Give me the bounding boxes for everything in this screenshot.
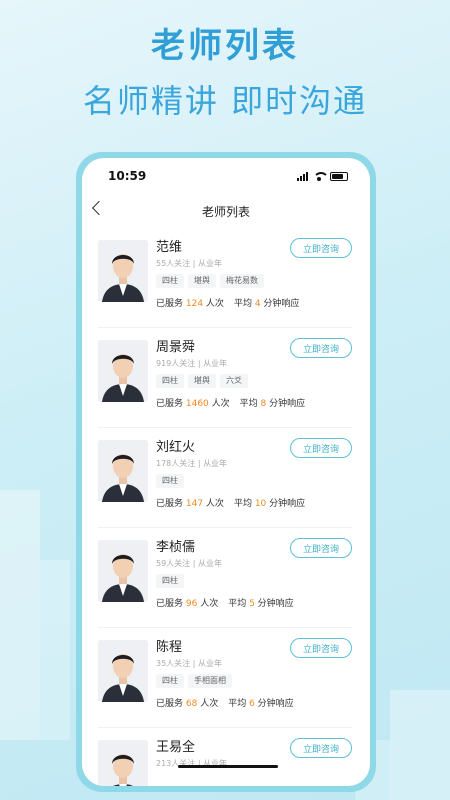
teacher-tags	[156, 774, 352, 786]
teacher-card[interactable]: 周景舜 919人关注 | 从业年 四柱 堪舆 六爻 已服务 1460 人次 平均 8…	[98, 328, 352, 428]
teacher-followers: 35人关注	[156, 659, 191, 668]
teacher-avatar	[98, 540, 148, 602]
consult-button[interactable]: 立即咨询	[290, 638, 352, 658]
teacher-tag: 手相面相	[188, 674, 232, 688]
teacher-tag: 四柱	[156, 474, 184, 488]
teacher-stats: 已服务 1460 人次 平均 8 分钟响应	[156, 396, 352, 409]
page-title: 老师列表	[201, 204, 250, 219]
response-stat: 平均 6 分钟响应	[228, 699, 294, 709]
teacher-tags: 四柱	[156, 574, 352, 588]
teacher-tag: 堪舆	[188, 374, 216, 388]
teacher-meta: 919人关注 | 从业年	[156, 358, 352, 369]
served-stat: 已服务 1460 人次	[156, 399, 230, 409]
teacher-tag: 四柱	[156, 674, 184, 688]
consult-button[interactable]: 立即咨询	[290, 438, 352, 458]
teacher-tag: 四柱	[156, 274, 184, 288]
response-stat: 平均 10 分钟响应	[233, 499, 306, 509]
served-stat: 已服务 124 人次	[156, 299, 224, 309]
teacher-avatar	[98, 740, 148, 786]
teacher-since: 从业年	[203, 359, 228, 368]
consult-button[interactable]: 立即咨询	[290, 538, 352, 558]
teacher-followers: 55人关注	[156, 259, 191, 268]
teacher-stats: 已服务 96 人次 平均 5 分钟响应	[156, 596, 352, 609]
response-stat: 平均 4 分钟响应	[233, 299, 300, 309]
teacher-stats: 已服务 68 人次 平均 6 分钟响应	[156, 696, 352, 709]
consult-button[interactable]: 立即咨询	[290, 238, 352, 258]
home-indicator	[178, 765, 278, 768]
teacher-tag: 梅花易数	[220, 274, 264, 288]
wifi-icon	[313, 171, 329, 181]
meta-divider: |	[190, 259, 198, 268]
served-stat: 已服务 96 人次	[156, 599, 219, 609]
served-stat: 已服务 147 人次	[156, 499, 224, 509]
teacher-card[interactable]: 王易全 213人关注 | 从业年 立即咨询	[98, 728, 352, 786]
meta-divider: |	[190, 659, 198, 668]
teacher-since: 从业年	[197, 259, 222, 268]
teacher-tags: 四柱 堪舆 梅花易数	[156, 274, 352, 288]
teacher-meta: 59人关注 | 从业年	[156, 558, 352, 569]
teacher-avatar	[98, 440, 148, 502]
response-stat: 平均 8 分钟响应	[239, 399, 306, 409]
teacher-avatar	[98, 640, 148, 702]
teacher-meta: 178人关注 | 从业年	[156, 458, 352, 469]
phone-screen: 10:59 老师列表 范维 55人关注 | 从业年 四柱 堪舆 梅花易数 已服务…	[82, 158, 370, 786]
background-bar	[40, 560, 70, 740]
teacher-avatar	[98, 340, 148, 402]
teacher-tags: 四柱 堪舆 六爻	[156, 374, 352, 388]
nav-bar: 老师列表	[82, 194, 370, 228]
background-bar	[390, 690, 450, 800]
teacher-since: 从业年	[203, 459, 228, 468]
teacher-since: 从业年	[197, 659, 222, 668]
served-stat: 已服务 68 人次	[156, 699, 219, 709]
teacher-avatar	[98, 240, 148, 302]
teacher-card[interactable]: 范维 55人关注 | 从业年 四柱 堪舆 梅花易数 已服务 124 人次 平均 4 …	[98, 228, 352, 328]
teacher-stats: 已服务 147 人次 平均 10 分钟响应	[156, 496, 352, 509]
teacher-meta: 55人关注 | 从业年	[156, 258, 352, 269]
teacher-tag: 堪舆	[188, 274, 216, 288]
promo-subtitle: 名师精讲 即时沟通	[82, 82, 368, 120]
status-icons	[297, 171, 348, 181]
teacher-followers: 178人关注	[156, 459, 196, 468]
teacher-card[interactable]: 陈程 35人关注 | 从业年 四柱 手相面相 已服务 68 人次 平均 6 分钟响…	[98, 628, 352, 728]
teacher-followers: 59人关注	[156, 559, 191, 568]
signal-icon	[297, 171, 308, 181]
teacher-since: 从业年	[197, 559, 222, 568]
teacher-followers: 919人关注	[156, 359, 196, 368]
background-bar	[0, 490, 40, 740]
battery-icon	[330, 171, 348, 181]
meta-divider: |	[195, 359, 204, 368]
teacher-list: 范维 55人关注 | 从业年 四柱 堪舆 梅花易数 已服务 124 人次 平均 4 …	[82, 228, 370, 786]
promo-title: 老师列表	[151, 26, 299, 66]
meta-divider: |	[190, 559, 198, 568]
status-bar: 10:59	[82, 158, 370, 194]
teacher-tag: 四柱	[156, 574, 184, 588]
meta-divider: |	[195, 459, 204, 468]
teacher-stats: 已服务 124 人次 平均 4 分钟响应	[156, 296, 352, 309]
teacher-card[interactable]: 李桢儒 59人关注 | 从业年 四柱 已服务 96 人次 平均 5 分钟响应 立…	[98, 528, 352, 628]
teacher-tags: 四柱 手相面相	[156, 674, 352, 688]
back-icon[interactable]	[91, 200, 107, 216]
teacher-tags: 四柱	[156, 474, 352, 488]
consult-button[interactable]: 立即咨询	[290, 738, 352, 758]
consult-button[interactable]: 立即咨询	[290, 338, 352, 358]
teacher-card[interactable]: 刘红火 178人关注 | 从业年 四柱 已服务 147 人次 平均 10 分钟响…	[98, 428, 352, 528]
response-stat: 平均 5 分钟响应	[228, 599, 294, 609]
teacher-tag: 四柱	[156, 374, 184, 388]
phone-frame: 10:59 老师列表 范维 55人关注 | 从业年 四柱 堪舆 梅花易数 已服务…	[76, 152, 376, 792]
status-time: 10:59	[108, 169, 147, 183]
teacher-tag: 六爻	[220, 374, 248, 388]
teacher-meta: 35人关注 | 从业年	[156, 658, 352, 669]
